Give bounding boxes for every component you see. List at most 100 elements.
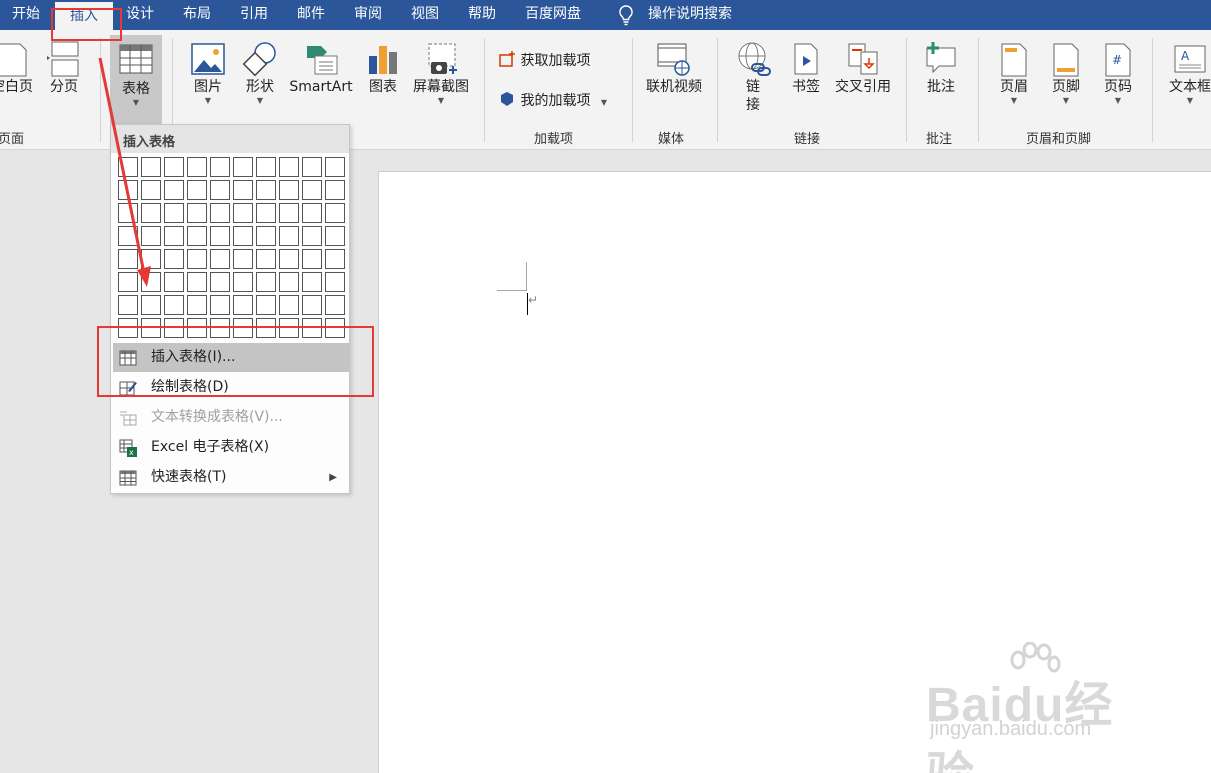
online-video-button[interactable]: 联机视频 [642, 40, 706, 96]
table-grid-cell[interactable] [118, 180, 138, 200]
table-grid-cell[interactable] [141, 226, 161, 246]
table-grid-cell[interactable] [256, 249, 276, 269]
table-grid-cell[interactable] [187, 203, 207, 223]
table-grid-cell[interactable] [164, 295, 184, 315]
table-grid-cell[interactable] [325, 203, 345, 223]
comment-button[interactable]: 批注 [918, 40, 964, 96]
table-grid-cell[interactable] [279, 226, 299, 246]
table-grid-cell[interactable] [233, 157, 253, 177]
get-addins-button[interactable]: 获取加载项 [498, 50, 590, 70]
tab-layout[interactable]: 布局 [183, 0, 211, 30]
table-grid-cell[interactable] [302, 180, 322, 200]
table-grid-cell[interactable] [141, 157, 161, 177]
table-grid-cell[interactable] [210, 226, 230, 246]
tell-me-search[interactable]: 操作说明搜索 [648, 0, 732, 30]
table-grid-cell[interactable] [279, 272, 299, 292]
tab-view[interactable]: 视图 [411, 0, 439, 30]
my-addins-button[interactable]: 我的加载项 ▼ [498, 90, 607, 110]
table-grid-cell[interactable] [141, 249, 161, 269]
page-number-button[interactable]: # 页码 ▼ [1098, 40, 1138, 106]
link-button[interactable]: 链 接 [732, 40, 774, 114]
footer-button[interactable]: 页脚 ▼ [1046, 40, 1086, 106]
table-grid-cell[interactable] [118, 226, 138, 246]
table-grid-cell[interactable] [233, 180, 253, 200]
table-grid-cell[interactable] [302, 295, 322, 315]
table-grid-cell[interactable] [118, 272, 138, 292]
table-grid-cell[interactable] [256, 180, 276, 200]
picture-button[interactable]: 图片 ▼ [186, 40, 230, 106]
text-box-button[interactable]: A 文本框 ▼ [1164, 40, 1211, 106]
page-break-button[interactable]: 分页 [44, 40, 84, 96]
table-grid-cell[interactable] [325, 180, 345, 200]
table-grid-cell[interactable] [187, 157, 207, 177]
table-grid-cell[interactable] [279, 157, 299, 177]
table-grid-cell[interactable] [256, 203, 276, 223]
table-grid-cell[interactable] [325, 157, 345, 177]
bookmark-button[interactable]: 书签 [786, 40, 826, 96]
blank-page-button[interactable]: 空白页 [0, 40, 38, 96]
table-grid-cell[interactable] [279, 295, 299, 315]
tab-review[interactable]: 审阅 [354, 0, 382, 30]
table-grid-cell[interactable] [187, 226, 207, 246]
table-grid-cell[interactable] [141, 203, 161, 223]
table-grid-cell[interactable] [256, 157, 276, 177]
table-grid-cell[interactable] [187, 272, 207, 292]
table-grid-cell[interactable] [141, 180, 161, 200]
cross-reference-button[interactable]: 交叉引用 [832, 40, 894, 96]
table-grid-cell[interactable] [118, 157, 138, 177]
table-grid-cell[interactable] [233, 295, 253, 315]
convert-text-to-table-menu-item[interactable]: 文本转换成表格(V)... [113, 403, 349, 432]
table-grid-cell[interactable] [118, 295, 138, 315]
table-grid-cell[interactable] [325, 272, 345, 292]
table-grid-cell[interactable] [279, 180, 299, 200]
table-grid-cell[interactable] [118, 203, 138, 223]
table-grid-cell[interactable] [210, 180, 230, 200]
table-grid-cell[interactable] [233, 272, 253, 292]
table-grid-cell[interactable] [256, 272, 276, 292]
table-grid-cell[interactable] [279, 249, 299, 269]
table-grid-cell[interactable] [279, 203, 299, 223]
table-grid-cell[interactable] [256, 295, 276, 315]
table-grid-cell[interactable] [233, 203, 253, 223]
table-grid-cell[interactable] [302, 249, 322, 269]
screenshot-button[interactable]: 屏幕截图 ▼ [409, 40, 473, 106]
table-grid-cell[interactable] [164, 249, 184, 269]
table-grid-cell[interactable] [233, 249, 253, 269]
tab-references[interactable]: 引用 [240, 0, 268, 30]
table-grid-cell[interactable] [187, 249, 207, 269]
header-button[interactable]: 页眉 ▼ [994, 40, 1034, 106]
table-grid-cell[interactable] [302, 226, 322, 246]
table-grid-cell[interactable] [325, 295, 345, 315]
table-grid-cell[interactable] [210, 295, 230, 315]
table-grid-cell[interactable] [256, 226, 276, 246]
table-grid-cell[interactable] [187, 180, 207, 200]
quick-tables-menu-item[interactable]: 快速表格(T) ▶ [113, 463, 349, 492]
table-grid-cell[interactable] [302, 203, 322, 223]
tab-mailings[interactable]: 邮件 [297, 0, 325, 30]
table-grid-cell[interactable] [233, 226, 253, 246]
table-grid-cell[interactable] [164, 157, 184, 177]
table-button[interactable]: 表格 ▼ [110, 35, 162, 124]
table-grid-cell[interactable] [164, 226, 184, 246]
tab-design[interactable]: 设计 [126, 0, 154, 30]
table-grid-cell[interactable] [164, 272, 184, 292]
table-grid-cell[interactable] [302, 157, 322, 177]
excel-spreadsheet-menu-item[interactable]: x Excel 电子表格(X) [113, 433, 349, 462]
tab-home[interactable]: 开始 [12, 0, 40, 30]
shapes-button[interactable]: 形状 ▼ [238, 40, 282, 106]
table-grid-cell[interactable] [210, 249, 230, 269]
table-grid-cell[interactable] [325, 226, 345, 246]
table-grid-cell[interactable] [141, 272, 161, 292]
tab-baidu-netdisk[interactable]: 百度网盘 [525, 0, 581, 30]
smartart-button[interactable]: SmartArt [286, 40, 356, 96]
table-grid-cell[interactable] [141, 295, 161, 315]
table-grid-cell[interactable] [118, 249, 138, 269]
tab-help[interactable]: 帮助 [468, 0, 496, 30]
table-grid-cell[interactable] [210, 272, 230, 292]
table-grid-cell[interactable] [164, 203, 184, 223]
table-grid-cell[interactable] [164, 180, 184, 200]
table-grid-cell[interactable] [210, 157, 230, 177]
table-grid-cell[interactable] [187, 295, 207, 315]
table-grid-cell[interactable] [325, 249, 345, 269]
lightbulb-icon[interactable] [616, 4, 636, 26]
